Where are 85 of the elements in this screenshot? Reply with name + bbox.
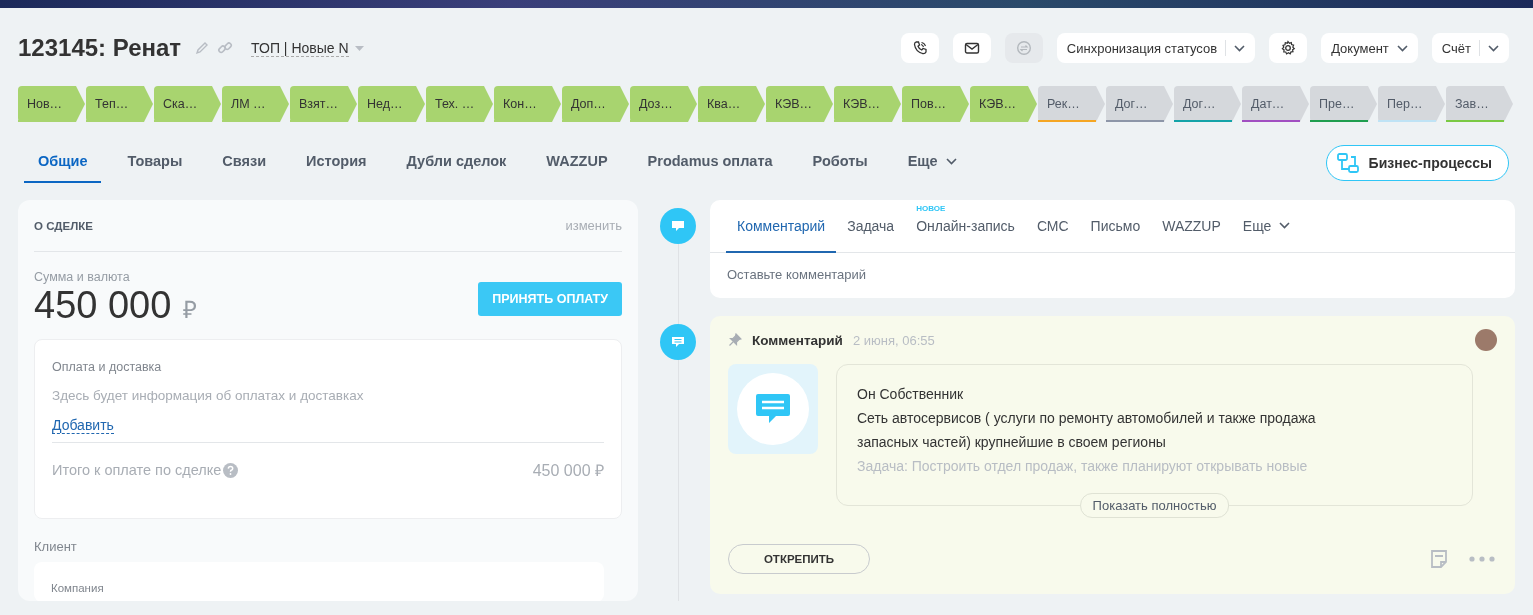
comment-line: Сеть автосервисов ( услуги по ремонту автомобилей и также продажа xyxy=(857,409,1317,428)
phone-button[interactable] xyxy=(900,33,939,63)
link-icon[interactable] xyxy=(217,40,234,56)
stage-step[interactable]: Ква… xyxy=(698,86,765,122)
total-value: 450 000 ₽ xyxy=(532,461,604,481)
dropdown-button[interactable]: Документ xyxy=(1321,33,1418,63)
stage-step[interactable]: Дог… xyxy=(1106,86,1173,122)
field-label: Компания xyxy=(51,582,105,594)
field-label: Клиент xyxy=(34,539,78,554)
caret-icon xyxy=(354,45,364,51)
deal-title: 123145: Ренат xyxy=(18,34,182,62)
flow-icon xyxy=(1336,153,1359,173)
business-processes-button[interactable]: Бизнес-процессы xyxy=(1325,145,1509,181)
stage-step[interactable]: Рек… xyxy=(1038,86,1105,122)
stage-step[interactable]: КЭВ… xyxy=(834,86,901,122)
tab[interactable]: История xyxy=(292,143,381,183)
caret-icon xyxy=(1396,44,1408,52)
stage-step[interactable]: Пре… xyxy=(1310,86,1377,122)
tab[interactable]: Дубли сделок xyxy=(392,143,521,183)
stage-step[interactable]: Ска… xyxy=(154,86,221,122)
chat-icon xyxy=(1015,40,1032,56)
stage-step[interactable]: Кон… xyxy=(494,86,561,122)
settings-button[interactable] xyxy=(1269,33,1308,63)
pin-icon[interactable] xyxy=(728,333,742,347)
stage-step[interactable]: Дат… xyxy=(1242,86,1309,122)
stage-step[interactable]: Нед… xyxy=(358,86,425,122)
stage-step[interactable]: Пов… xyxy=(902,86,969,122)
comment-line: запасных частей) крупнейшие в своем регионы xyxy=(857,433,1167,452)
tab[interactable]: Задача xyxy=(836,200,906,253)
show-more-button[interactable]: Показать полностью xyxy=(1079,493,1230,518)
field-label: Сумма и валюта xyxy=(34,270,131,284)
mail-icon xyxy=(963,40,980,56)
comment-icon xyxy=(728,364,818,454)
tab[interactable]: Еще xyxy=(893,143,971,183)
amount-value: 450 000 xyxy=(34,284,172,327)
new-label: НОВОЕ xyxy=(916,204,946,213)
stage-step[interactable]: Теп… xyxy=(86,86,153,122)
split-button[interactable]: Синхронизация статусов xyxy=(1056,33,1256,63)
mail-button[interactable] xyxy=(952,33,991,63)
stage-step[interactable]: ЛМ … xyxy=(222,86,289,122)
stage-step[interactable]: Доз… xyxy=(630,86,697,122)
stage-step[interactable]: Тех. … xyxy=(426,86,493,122)
tab[interactable]: Товары xyxy=(113,143,197,183)
caret-icon xyxy=(1234,44,1246,52)
stage-step[interactable]: Доп… xyxy=(562,86,629,122)
stage-step[interactable]: Нов… xyxy=(18,86,85,122)
comment-icon xyxy=(660,208,696,244)
comment-field[interactable]: Оставьте комментарий xyxy=(710,253,1515,296)
avatar xyxy=(1475,329,1497,351)
tab[interactable]: WAZZUP xyxy=(1151,200,1232,253)
section-title: О СДЕЛКЕ xyxy=(34,219,93,232)
comment-title: Комментарий xyxy=(752,332,843,348)
stage-step[interactable]: Взят… xyxy=(290,86,357,122)
stage-step[interactable]: Зав… xyxy=(1446,86,1513,122)
empty-state-text: Здесь будет информация об оплатах и доставках xyxy=(52,388,365,403)
phone-icon xyxy=(911,40,928,56)
section-title: Оплата и доставка xyxy=(52,360,163,374)
tab[interactable]: Связи xyxy=(208,143,281,183)
comment-time: 2 июня, 06:55 xyxy=(852,332,936,348)
tab[interactable]: Письмо xyxy=(1079,200,1152,253)
comment-icon xyxy=(660,324,696,360)
help-icon[interactable] xyxy=(223,462,239,478)
stage-step[interactable]: Пер… xyxy=(1378,86,1445,122)
category-selector[interactable]: ТОП | Новые N xyxy=(251,39,364,57)
stage-step[interactable]: КЭВ… xyxy=(766,86,833,122)
tab[interactable]: Роботы xyxy=(798,143,882,183)
more-icon[interactable] xyxy=(1469,556,1495,562)
tab[interactable]: Prodamus оплата xyxy=(633,143,787,183)
currency-symbol: ₽ xyxy=(183,295,198,325)
stage-step[interactable]: КЭВ… xyxy=(970,86,1037,122)
comment-line: Задача: Построить отдел продаж, также планируют открывать новые xyxy=(857,457,1309,476)
tab[interactable]: Общие xyxy=(24,143,102,183)
pencil-icon[interactable] xyxy=(195,41,210,55)
comment-line: Он Собственник xyxy=(857,385,965,404)
total-label: Итого к оплате по сделке xyxy=(52,462,222,478)
split-button[interactable]: Счёт xyxy=(1431,33,1509,63)
stage-step[interactable]: Дог… xyxy=(1174,86,1241,122)
caret-icon xyxy=(1488,44,1499,52)
tab[interactable]: Еще xyxy=(1231,200,1302,253)
note-icon[interactable] xyxy=(1429,549,1449,569)
tab[interactable]: Комментарий xyxy=(726,200,837,253)
tab[interactable]: WAZZUP xyxy=(532,143,622,183)
settings-icon xyxy=(1280,40,1297,56)
add-link[interactable]: Добавить xyxy=(52,417,114,434)
tab[interactable]: СМС xyxy=(1025,200,1080,253)
